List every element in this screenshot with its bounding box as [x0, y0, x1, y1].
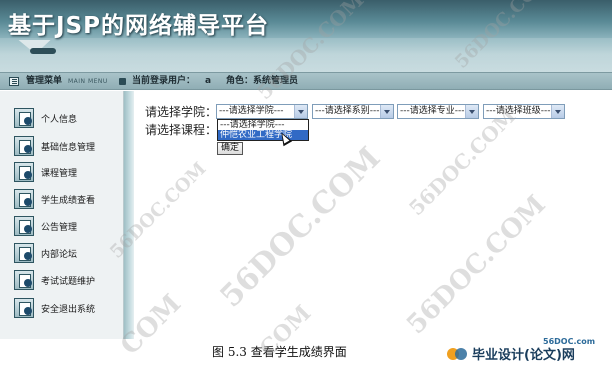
logo-text: 毕业设计(论文)网	[472, 348, 575, 363]
sidebar-item-personal-info[interactable]: 个人信息	[14, 106, 122, 130]
sidebar-item-exam-maintenance[interactable]: 考试试题维护	[14, 268, 122, 292]
sidebar-item-forum[interactable]: 内部论坛	[14, 241, 122, 265]
sidebar-item-basic-info[interactable]: 基础信息管理	[14, 134, 122, 158]
sidebar-divider	[124, 91, 134, 339]
menu-label: 管理菜单	[26, 76, 63, 86]
menu-icon	[9, 77, 19, 86]
document-icon	[14, 162, 34, 182]
sidebar-item-label: 个人信息	[41, 114, 78, 125]
current-user-value: a	[205, 76, 212, 86]
document-icon	[14, 243, 34, 263]
user-marker-icon	[119, 78, 126, 85]
sidebar-item-label: 公告管理	[41, 222, 78, 233]
status-bar: 管理菜单 MAIN MENU 当前登录用户： a 角色：系统管理员	[0, 72, 612, 90]
site-logo: 毕业设计(论文)网	[447, 344, 575, 363]
college-dropdown-list[interactable]: ---请选择学院--- 仲恺农业工程学院	[217, 119, 309, 141]
chevron-down-icon[interactable]	[380, 105, 393, 118]
chevron-down-icon[interactable]	[551, 105, 564, 118]
current-user-label: 当前登录用户：	[132, 76, 196, 86]
document-icon	[14, 298, 34, 318]
course-label: 请选择课程：	[145, 123, 218, 137]
dropdown-option[interactable]: ---请选择学院---	[218, 120, 308, 130]
sidebar-item-label: 课程管理	[41, 168, 78, 179]
sidebar-item-label: 基础信息管理	[41, 142, 96, 153]
document-icon	[14, 136, 34, 156]
sidebar-item-announcements[interactable]: 公告管理	[14, 214, 122, 238]
sidebar-item-student-grades[interactable]: 学生成绩查看	[14, 187, 122, 211]
sidebar-item-course-management[interactable]: 课程管理	[14, 160, 122, 184]
sidebar-item-label: 安全退出系统	[41, 304, 96, 315]
major-select[interactable]: ---请选择专业---	[397, 104, 479, 119]
logo-mark-icon	[447, 346, 469, 362]
menu-sub-label: MAIN MENU	[68, 78, 108, 85]
banner-stripe	[0, 38, 612, 72]
document-icon	[14, 270, 34, 290]
document-icon	[14, 216, 34, 236]
confirm-button[interactable]: 确定	[217, 142, 243, 155]
sidebar-item-label: 考试试题维护	[41, 276, 96, 287]
sidebar-item-label: 学生成绩查看	[41, 195, 96, 206]
document-icon	[14, 108, 34, 128]
college-select[interactable]: ---请选择学院---	[216, 104, 308, 119]
sidebar-item-logout[interactable]: 安全退出系统	[14, 296, 122, 320]
dropdown-option-selected[interactable]: 仲恺农业工程学院	[218, 130, 308, 140]
banner-decoration-bar	[30, 48, 56, 54]
sidebar-item-label: 内部论坛	[41, 249, 78, 260]
role-label: 角色：系统管理员	[226, 76, 299, 86]
header-banner: 基于JSP的网络辅导平台	[0, 0, 612, 72]
chevron-down-icon[interactable]	[465, 105, 478, 118]
figure-caption: 图 5.3 查看学生成绩界面	[212, 345, 347, 359]
college-label: 请选择学院：	[145, 105, 218, 119]
document-icon	[14, 189, 34, 209]
class-select[interactable]: ---请选择班级---	[483, 104, 565, 119]
department-select[interactable]: ---请选择系别---	[312, 104, 394, 119]
app-title: 基于JSP的网络辅导平台	[8, 13, 269, 39]
chevron-down-icon[interactable]	[294, 105, 307, 118]
